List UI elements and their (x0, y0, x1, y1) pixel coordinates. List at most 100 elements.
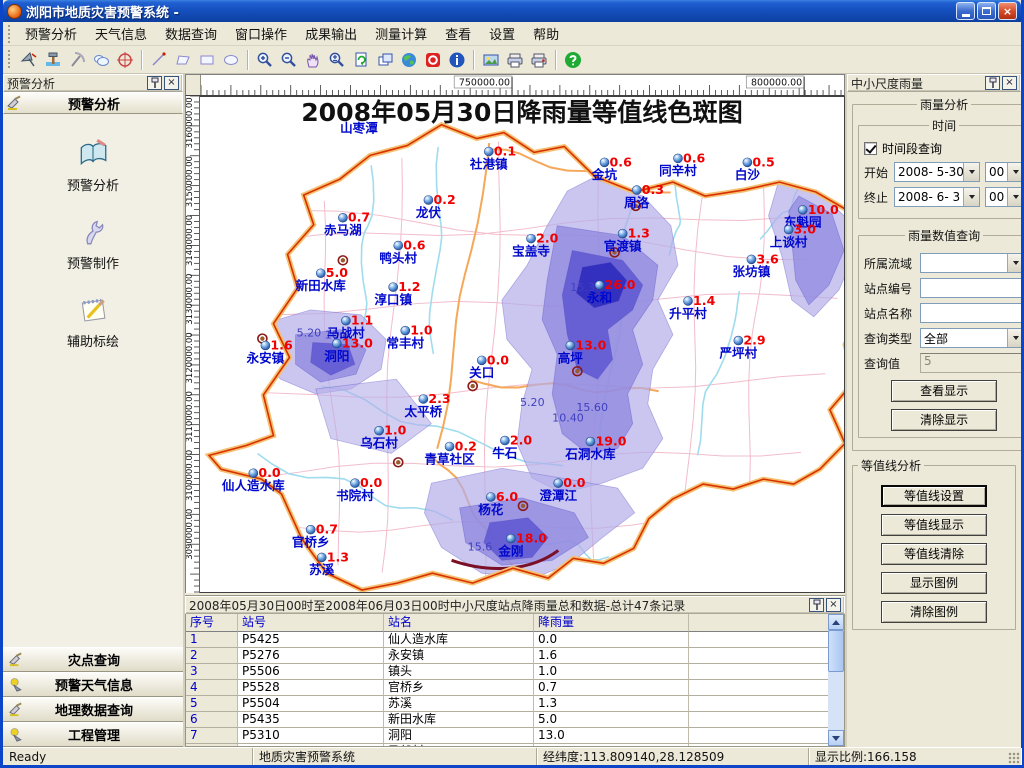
station-name-input[interactable] (920, 303, 1021, 323)
station-dot-icon[interactable] (600, 158, 609, 167)
column-header[interactable]: 站号 (238, 614, 384, 632)
station-dot-icon[interactable] (586, 437, 595, 446)
right-panel-close-button[interactable]: × (1002, 76, 1017, 90)
basin-select[interactable] (920, 253, 1021, 273)
crosshair-icon[interactable] (113, 48, 137, 72)
zoom-out-icon[interactable] (277, 48, 301, 72)
contour-button-3[interactable]: 显示图例 (881, 572, 987, 594)
table-row[interactable]: 2P5276永安镇1.6 (186, 648, 828, 664)
rain-station[interactable]: 0.3周洛 (624, 182, 664, 210)
scroll-up-icon[interactable] (828, 614, 844, 630)
sidebar-item-1[interactable]: 预警制作 (12, 206, 174, 284)
chevron-down-icon[interactable] (1007, 188, 1021, 206)
menu-item-8[interactable]: 帮助 (524, 21, 568, 46)
rain-station[interactable]: 0.0关口 (469, 352, 509, 380)
station-dot-icon[interactable] (317, 553, 326, 562)
contour-button-0[interactable]: 等值线设置 (881, 485, 987, 507)
left-panel-close-button[interactable]: × (164, 76, 179, 90)
print-icon[interactable] (503, 48, 527, 72)
left-group-header[interactable]: 预警分析 (3, 92, 183, 114)
pan-icon[interactable] (301, 48, 325, 72)
station-dot-icon[interactable] (673, 154, 682, 163)
sidebar-item-0[interactable]: 预警分析 (12, 128, 174, 206)
station-dot-icon[interactable] (401, 326, 410, 335)
menu-item-2[interactable]: 数据查询 (156, 21, 226, 46)
chevron-down-icon[interactable] (963, 188, 979, 206)
station-dot-icon[interactable] (684, 296, 693, 305)
station-id-input[interactable] (920, 278, 1021, 298)
station-dot-icon[interactable] (566, 341, 575, 350)
table-panel-pin-button[interactable] (809, 598, 824, 612)
menu-item-3[interactable]: 窗口操作 (226, 21, 296, 46)
station-dot-icon[interactable] (500, 436, 509, 445)
rain-station[interactable]: 1.0常丰村 (386, 323, 432, 351)
station-dot-icon[interactable] (743, 158, 752, 167)
station-dot-icon[interactable] (595, 281, 604, 290)
station-dot-icon[interactable] (341, 316, 350, 325)
scroll-down-icon[interactable] (828, 730, 844, 746)
rain-station[interactable]: 5.0新田水库 (296, 265, 349, 293)
station-dot-icon[interactable] (419, 394, 428, 403)
line-tool-icon[interactable] (147, 48, 171, 72)
monitor-station-icon[interactable] (394, 458, 403, 467)
monitor-station-icon[interactable] (468, 382, 477, 391)
rain-station[interactable]: 2.9严坪村 (718, 333, 765, 361)
sidebar-group-1[interactable]: 预警天气信息 (3, 672, 183, 697)
image-icon[interactable] (479, 48, 503, 72)
rain-station[interactable]: 3.6张坊镇 (733, 251, 779, 279)
contour-button-2[interactable]: 等值线清除 (881, 543, 987, 565)
rain-station[interactable]: 0.7官桥乡 (292, 522, 338, 550)
clear-display-button[interactable]: 清除显示 (891, 409, 997, 431)
info-icon[interactable] (445, 48, 469, 72)
station-dot-icon[interactable] (784, 225, 793, 234)
table-row[interactable]: 3P5506镇头1.0 (186, 664, 828, 680)
show-display-button[interactable]: 查看显示 (891, 380, 997, 402)
right-panel-pin-button[interactable] (985, 76, 1000, 90)
column-header[interactable]: 站名 (384, 614, 534, 632)
stop-icon[interactable] (421, 48, 445, 72)
cloud-icon[interactable] (89, 48, 113, 72)
scroll-thumb[interactable] (828, 630, 844, 672)
maximize-button[interactable] (977, 2, 996, 20)
layers-icon[interactable] (373, 48, 397, 72)
zoom-extent-icon[interactable] (325, 48, 349, 72)
menu-item-1[interactable]: 天气信息 (86, 21, 156, 46)
start-hour-select[interactable]: 00 (985, 162, 1021, 182)
station-dot-icon[interactable] (332, 339, 341, 348)
end-date-select[interactable]: 2008- 6- 3 (894, 187, 980, 207)
station-dot-icon[interactable] (316, 269, 325, 278)
chevron-down-icon[interactable] (963, 163, 979, 181)
print-preview-icon[interactable] (527, 48, 551, 72)
rain-station[interactable]: 0.5白沙 (735, 154, 775, 182)
station-dot-icon[interactable] (506, 534, 515, 543)
sidebar-item-2[interactable]: 辅助标绘 (12, 284, 174, 362)
rain-station[interactable]: 0.6鸭头村 (379, 238, 425, 266)
rain-station[interactable]: 0.2龙伏 (415, 192, 456, 220)
menu-grip[interactable] (7, 24, 12, 42)
station-dot-icon[interactable] (618, 229, 627, 238)
sidebar-group-2[interactable]: 地理数据查询 (3, 697, 183, 722)
station-dot-icon[interactable] (734, 336, 743, 345)
minimize-button[interactable] (956, 2, 975, 20)
rain-station[interactable]: 0.2青草社区 (424, 439, 476, 467)
station-dot-icon[interactable] (338, 213, 347, 222)
titlebar[interactable]: 浏阳市地质灾害预警系统 - × (3, 0, 1021, 22)
rectangle-tool-icon[interactable] (195, 48, 219, 72)
rain-station[interactable]: 2.3太平桥 (405, 391, 451, 419)
contour-button-1[interactable]: 等值线显示 (881, 514, 987, 536)
station-dot-icon[interactable] (477, 356, 486, 365)
station-dot-icon[interactable] (527, 234, 536, 243)
station-dot-icon[interactable] (445, 442, 454, 451)
station-dot-icon[interactable] (394, 241, 403, 250)
station-dot-icon[interactable] (632, 186, 641, 195)
table-panel-close-button[interactable]: × (826, 598, 841, 612)
hammer-icon[interactable] (41, 48, 65, 72)
table-row[interactable]: 5P5504苏溪1.3 (186, 696, 828, 712)
close-button[interactable]: × (998, 2, 1017, 20)
polygon-tool-icon[interactable] (171, 48, 195, 72)
station-dot-icon[interactable] (424, 196, 433, 205)
station-dot-icon[interactable] (350, 479, 359, 488)
column-header[interactable]: 降雨量 (534, 614, 689, 632)
station-dot-icon[interactable] (375, 426, 384, 435)
pick-icon[interactable] (65, 48, 89, 72)
